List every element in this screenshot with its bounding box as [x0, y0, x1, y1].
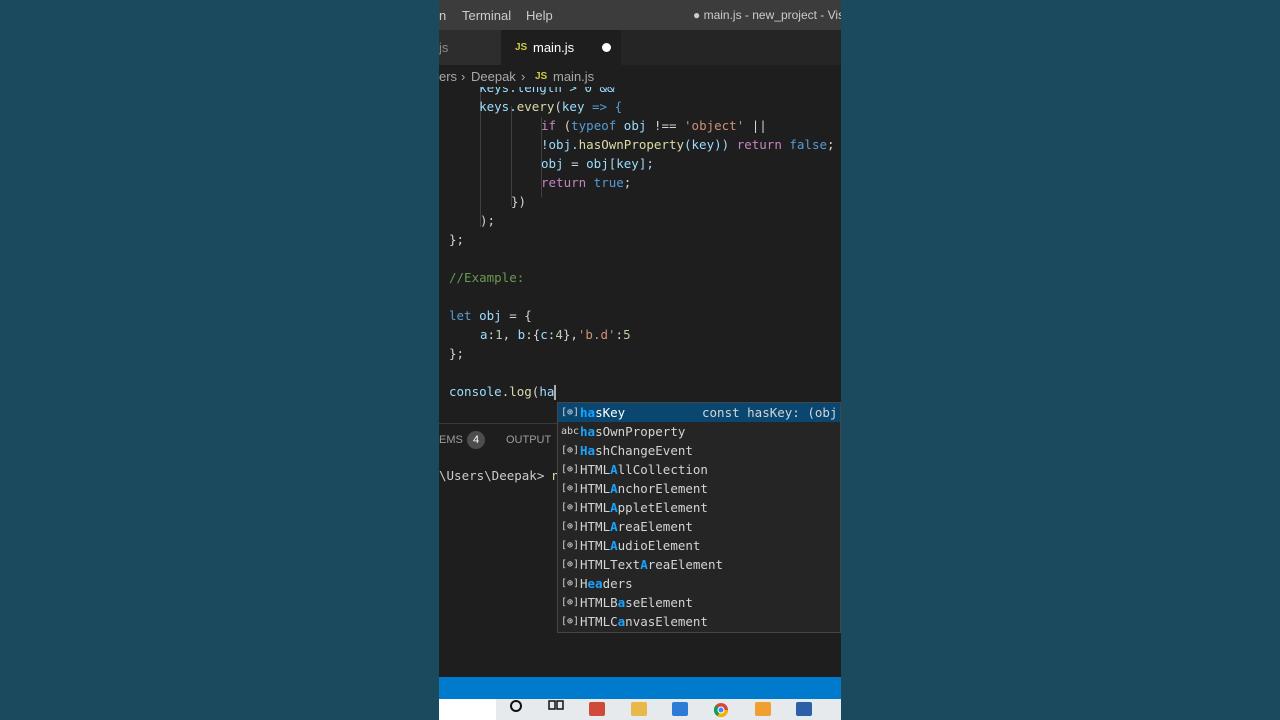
breadcrumb-separator-icon: › — [461, 69, 466, 84]
breadcrumb: ers › Deepak › JS main.js — [439, 65, 841, 87]
windows-taskbar — [439, 699, 841, 720]
js-file-icon: JS — [535, 71, 548, 82]
file-explorer-icon[interactable] — [631, 702, 647, 716]
variable-icon: [⊕] — [561, 616, 580, 627]
editor-tab-bar: js JS main.js — [439, 30, 841, 65]
tab-inactive[interactable]: js — [439, 30, 501, 65]
suggestion-item-haskey[interactable]: [⊕] hasKey const hasKey: (obj — [558, 403, 840, 422]
panel-tab-problems[interactable]: EMS — [439, 434, 463, 446]
panel-tab-output[interactable]: OUTPUT — [506, 434, 551, 446]
tab-main-js-label: main.js — [533, 40, 575, 55]
mail-icon[interactable] — [672, 702, 688, 716]
autocomplete-suggestions: [⊕] hasKey const hasKey: (obj abc hasOwn… — [557, 402, 841, 633]
variable-icon: [⊕] — [561, 578, 580, 589]
window-title: ● main.js - new_project - Vis — [693, 8, 841, 22]
suggestion-item[interactable]: [⊕] HTMLAnchorElement — [558, 479, 840, 498]
variable-icon: [⊕] — [561, 407, 580, 418]
code-line: }) — [511, 194, 527, 209]
variable-icon: [⊕] — [561, 540, 580, 551]
menu-terminal[interactable]: Terminal — [462, 8, 511, 23]
suggestion-item[interactable]: [⊕] HTMLAllCollection — [558, 460, 840, 479]
variable-icon: [⊕] — [561, 559, 580, 570]
code-line: !obj.hasOwnProperty(key)) return false; — [541, 137, 835, 152]
tab-inactive-label: js — [439, 40, 449, 55]
suggestion-item[interactable]: [⊕] HTMLAreaElement — [558, 517, 840, 536]
code-line-current: console.log(ha — [449, 384, 557, 400]
text-cursor — [554, 385, 557, 400]
vscode-taskbar-icon[interactable] — [796, 702, 812, 716]
code-line: }; — [449, 346, 465, 361]
suggestion-item[interactable]: [⊕] HTMLAppletElement — [558, 498, 840, 517]
suggestion-item[interactable]: [⊕] HTMLBaseElement — [558, 593, 840, 612]
indent-guide — [511, 106, 512, 206]
text-icon: abc — [561, 426, 580, 437]
suggestion-item[interactable]: [⊕] HTMLAudioElement — [558, 536, 840, 555]
variable-icon: [⊕] — [561, 502, 580, 513]
suggestion-item[interactable]: [⊕] HTMLTextAreaElement — [558, 555, 840, 574]
store-icon[interactable] — [589, 702, 605, 716]
variable-icon: [⊕] — [561, 464, 580, 475]
menu-help[interactable]: Help — [526, 8, 553, 23]
code-line: return true; — [541, 175, 632, 190]
problems-count-badge: 4 — [467, 431, 485, 449]
variable-icon: [⊕] — [561, 445, 580, 456]
variable-icon: [⊕] — [561, 483, 580, 494]
code-line: a:1, b:{c:4},'b.d':5 — [480, 327, 631, 342]
terminal-line[interactable]: \Users\Deepak> n — [439, 468, 559, 483]
code-comment: //Example: — [449, 270, 525, 285]
code-line: let obj = { — [449, 308, 532, 323]
tab-main-js[interactable]: JS main.js — [501, 30, 621, 65]
code-line: keys.every(key => { — [449, 99, 623, 114]
suggestion-item[interactable]: [⊕] HashChangeEvent — [558, 441, 840, 460]
suggestion-item[interactable]: [⊕] HTMLCanvasElement — [558, 612, 840, 631]
breadcrumb-separator-icon: › — [521, 69, 526, 84]
menu-run[interactable]: n — [439, 8, 446, 23]
sublime-text-icon[interactable] — [755, 702, 771, 716]
variable-icon: [⊕] — [561, 521, 580, 532]
code-line: ); — [480, 213, 496, 228]
code-line: obj = obj[key]; — [541, 156, 654, 171]
code-editor[interactable]: keys.length > 0 && keys.every(key => { i… — [439, 87, 841, 407]
code-line: }; — [449, 232, 465, 247]
taskbar-search-area[interactable] — [439, 699, 496, 720]
vscode-window: n Terminal Help ● main.js - new_project … — [439, 0, 841, 720]
chrome-icon[interactable] — [713, 702, 729, 718]
breadcrumb-file[interactable]: main.js — [553, 69, 594, 84]
task-view-icon[interactable] — [548, 699, 564, 713]
code-line: keys.length > 0 && — [449, 87, 615, 95]
breadcrumb-deepak[interactable]: Deepak — [471, 69, 516, 84]
suggestion-detail: const hasKey: (obj — [702, 405, 838, 420]
variable-icon: [⊕] — [561, 597, 580, 608]
suggestion-item[interactable]: [⊕] Headers — [558, 574, 840, 593]
cortana-icon[interactable] — [509, 699, 523, 713]
suggestion-item[interactable]: abc hasOwnProperty — [558, 422, 840, 441]
code-line: if (typeof obj !== 'object' || — [541, 118, 767, 133]
title-bar: n Terminal Help ● main.js - new_project … — [439, 0, 841, 30]
status-bar — [439, 677, 841, 699]
js-file-icon: JS — [515, 42, 528, 53]
unsaved-dot-icon[interactable] — [602, 43, 611, 52]
breadcrumb-users[interactable]: ers — [439, 69, 457, 84]
